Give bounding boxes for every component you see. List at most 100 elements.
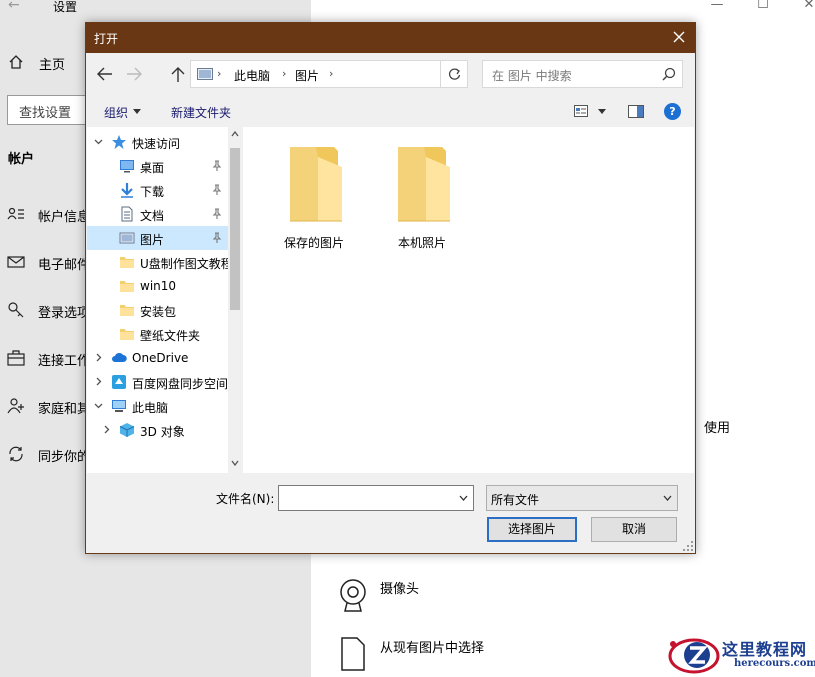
address-bar[interactable]: › 此电脑 › 图片 › bbox=[190, 60, 525, 88]
tree-item-label: 安装包 bbox=[140, 305, 177, 319]
tree-item[interactable]: 文档 bbox=[87, 202, 228, 226]
tree-item[interactable]: 下载 bbox=[87, 178, 228, 202]
dialog-close-button[interactable] bbox=[663, 23, 695, 53]
pin-icon[interactable] bbox=[211, 160, 222, 172]
view-options-icon[interactable] bbox=[574, 105, 588, 117]
folder-item[interactable]: 保存的图片 bbox=[272, 145, 356, 255]
home-icon[interactable] bbox=[8, 54, 24, 70]
tree-item-label: 快速访问 bbox=[132, 137, 181, 151]
search-icon[interactable] bbox=[662, 67, 676, 81]
use-text: 使用 bbox=[704, 421, 731, 436]
settings-title: 设置 bbox=[53, 0, 78, 14]
breadcrumb-separator[interactable]: › bbox=[217, 67, 221, 80]
breadcrumb-separator[interactable]: › bbox=[282, 67, 286, 80]
file-list: 保存的图片 本机照片 bbox=[243, 127, 694, 473]
nav-scrollbar[interactable] bbox=[228, 127, 242, 473]
watermark-name: 这里教程网 bbox=[722, 640, 808, 659]
camera-icon[interactable] bbox=[337, 578, 369, 614]
filename-label: 文件名(N): bbox=[216, 492, 275, 506]
tree-item-label: 此电脑 bbox=[132, 401, 169, 415]
expand-right-icon[interactable] bbox=[94, 353, 103, 362]
tree-item-label: OneDrive bbox=[132, 351, 189, 365]
tree-item-label: U盘制作图文教程 bbox=[140, 257, 233, 271]
chevron-down-icon bbox=[663, 495, 672, 501]
cancel-button[interactable]: 取消 bbox=[591, 517, 677, 542]
breadcrumb-separator[interactable]: › bbox=[329, 67, 333, 80]
expand-right-icon[interactable] bbox=[94, 377, 103, 386]
up-button[interactable] bbox=[168, 63, 190, 85]
nav-account-info[interactable]: 帐户信息 bbox=[38, 206, 90, 225]
nav-family[interactable]: 家庭和其 bbox=[38, 398, 90, 417]
account-info-icon bbox=[7, 207, 24, 220]
tree-item[interactable]: U盘制作图文教程 bbox=[87, 250, 233, 274]
tree-item-label: 3D 对象 bbox=[140, 425, 185, 439]
tree-item[interactable]: 3D 对象 bbox=[87, 418, 228, 442]
file-icon[interactable] bbox=[340, 636, 366, 672]
expand-right-icon[interactable] bbox=[102, 425, 111, 434]
pin-icon[interactable] bbox=[211, 208, 222, 220]
tree-item[interactable]: 快速访问 bbox=[87, 130, 228, 154]
back-arrow-icon[interactable]: ← bbox=[8, 0, 24, 12]
nav-scroll-thumb[interactable] bbox=[230, 148, 240, 310]
nav-email[interactable]: 电子邮件 bbox=[38, 254, 90, 273]
pin-icon[interactable] bbox=[211, 184, 222, 196]
minimize-icon[interactable]: — bbox=[710, 0, 724, 12]
briefcase-icon bbox=[7, 350, 25, 366]
star-icon bbox=[112, 135, 126, 149]
filetype-select[interactable]: 所有文件 bbox=[486, 485, 678, 511]
breadcrumb-this-pc[interactable]: 此电脑 bbox=[234, 67, 270, 84]
tree-item[interactable]: OneDrive bbox=[87, 346, 228, 370]
back-button[interactable] bbox=[94, 63, 116, 85]
tree-item[interactable]: win10 bbox=[87, 274, 228, 298]
new-folder-button[interactable]: 新建文件夹 bbox=[171, 104, 231, 121]
home-link[interactable]: 主页 bbox=[39, 54, 65, 73]
nav-sign-in-options[interactable]: 登录选项 bbox=[38, 302, 90, 321]
document-icon bbox=[121, 206, 133, 222]
folder-icon bbox=[290, 147, 342, 222]
tree-item[interactable]: 桌面 bbox=[87, 154, 228, 178]
expand-down-icon[interactable] bbox=[94, 137, 103, 146]
close-window-icon[interactable]: ✕ bbox=[802, 0, 815, 12]
caret-down-icon[interactable] bbox=[133, 109, 141, 114]
maximize-icon[interactable]: ☐ bbox=[756, 0, 770, 12]
pick-existing-option[interactable]: 从现有图片中选择 bbox=[380, 637, 484, 656]
tree-item[interactable]: 百度网盘同步空间 bbox=[87, 370, 228, 394]
scroll-up-icon[interactable] bbox=[231, 131, 239, 137]
tree-item-label: 桌面 bbox=[140, 161, 165, 175]
tree-item-label: win10 bbox=[140, 279, 177, 293]
select-image-button[interactable]: 选择图片 bbox=[487, 517, 577, 542]
navigation-pane: 3D 对象 此电脑 百度网盘同步空间 OneDrive 壁纸文件夹 安装包 win10 U盘制… bbox=[87, 127, 242, 473]
scroll-down-icon[interactable] bbox=[231, 460, 239, 466]
pin-icon[interactable] bbox=[211, 232, 222, 244]
tree-item[interactable]: 壁纸文件夹 bbox=[87, 322, 228, 346]
pictures-icon bbox=[119, 232, 135, 244]
caret-down-icon[interactable] bbox=[598, 109, 606, 114]
tree-item[interactable]: 图片 bbox=[87, 226, 228, 250]
help-icon[interactable]: ? bbox=[664, 103, 681, 120]
search-input[interactable]: 在 图片 中搜索 bbox=[482, 60, 683, 88]
preview-pane-icon[interactable] bbox=[628, 105, 644, 118]
organize-menu[interactable]: 组织 bbox=[104, 104, 128, 121]
close-icon bbox=[673, 31, 685, 43]
settings-search-input[interactable]: 查找设置 bbox=[7, 95, 87, 125]
family-icon bbox=[7, 398, 24, 414]
folder-item[interactable]: 本机照片 bbox=[380, 145, 464, 255]
folder-label: 保存的图片 bbox=[283, 236, 344, 250]
forward-button[interactable] bbox=[123, 63, 145, 85]
dialog-title: 打开 bbox=[94, 32, 119, 46]
expand-down-icon[interactable] bbox=[94, 401, 103, 410]
nav-sync[interactable]: 同步你的 bbox=[38, 446, 90, 465]
refresh-button[interactable] bbox=[440, 60, 468, 88]
tree-item-label: 下载 bbox=[140, 185, 165, 199]
breadcrumb-pictures[interactable]: 图片 bbox=[295, 67, 319, 84]
key-icon bbox=[8, 302, 24, 318]
filename-input[interactable] bbox=[278, 485, 474, 511]
tree-item[interactable]: 安装包 bbox=[87, 298, 228, 322]
mail-icon bbox=[7, 256, 25, 268]
camera-option[interactable]: 摄像头 bbox=[380, 578, 419, 597]
refresh-icon bbox=[448, 68, 461, 80]
nav-work-access[interactable]: 连接工作 bbox=[38, 350, 90, 369]
chevron-down-icon[interactable] bbox=[459, 495, 468, 501]
resize-grip-icon[interactable] bbox=[683, 541, 693, 551]
tree-item[interactable]: 此电脑 bbox=[87, 394, 228, 418]
